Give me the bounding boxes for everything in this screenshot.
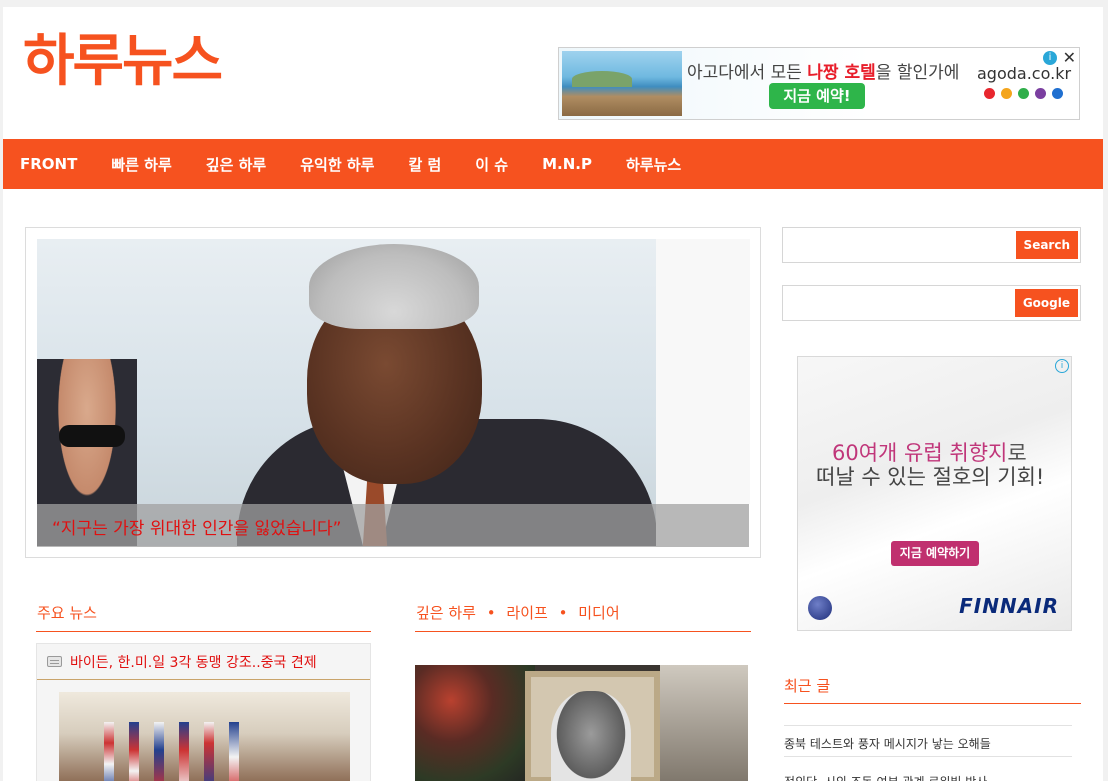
deep-link[interactable]: 깊은 하루 (416, 604, 476, 622)
deep-section-title: 깊은 하루 • 라이프 • 미디어 (416, 602, 620, 623)
brand-dot-icon (1001, 88, 1012, 99)
ad-airline-brand: FINNAIR (959, 594, 1059, 618)
photo-flowers (415, 665, 535, 781)
info-icon[interactable]: i (1043, 51, 1057, 65)
featured-slider[interactable]: “지구는 가장 위대한 인간을 잃었습니다” (25, 227, 761, 558)
flag-icon (179, 722, 189, 781)
search-button[interactable]: Search (1015, 231, 1078, 259)
brand-dot-icon (984, 88, 995, 99)
featured-image[interactable] (37, 239, 656, 546)
nav-item-front[interactable]: FRONT (20, 155, 77, 173)
brand-dot-icon (1035, 88, 1046, 99)
recent-separator (784, 725, 1072, 726)
flag-icon (129, 722, 139, 781)
close-icon[interactable]: ✕ (1063, 50, 1076, 66)
slider-side-area (656, 239, 750, 504)
nav-item-mnp[interactable]: M.N.P (542, 155, 592, 173)
nav-item-deep[interactable]: 깊은 하루 (206, 154, 266, 175)
sidebar-ad[interactable]: i 60여개 유럽 취향지로 떠날 수 있는 절호의 기회! 지금 예약하기 F… (797, 356, 1072, 631)
life-link[interactable]: 라이프 (506, 604, 547, 622)
recent-separator (784, 756, 1072, 757)
ad-beach-photo (562, 51, 682, 116)
nav-item-harunews[interactable]: 하루뉴스 (626, 154, 681, 175)
nav-item-issue[interactable]: 이 슈 (475, 154, 508, 175)
info-icon[interactable]: i (1055, 359, 1069, 373)
page: 하루뉴스 아고다에서 모든 나짱 호텔을 할인가에 지금 예약! agoda.c… (3, 7, 1103, 781)
main-news-card: 바이든, 한.미.일 3각 동맹 강조..중국 견제 (36, 643, 371, 781)
recent-posts-title: 최근 글 (784, 677, 831, 695)
nav-item-useful[interactable]: 유익한 하루 (300, 154, 374, 175)
ad-text-highlight: 나짱 호텔 (807, 63, 876, 83)
main-news-title[interactable]: 주요 뉴스 (37, 602, 97, 623)
flag-icon (154, 722, 164, 781)
search-input[interactable] (787, 232, 1017, 258)
ad-brand-dots (984, 88, 1063, 99)
media-link[interactable]: 미디어 (578, 604, 619, 622)
google-search-input[interactable] (787, 290, 1017, 316)
google-search: Google (782, 285, 1081, 321)
ad-book-button[interactable]: 지금 예약! (769, 83, 865, 109)
brand-dot-icon (1052, 88, 1063, 99)
brand-dot-icon (1018, 88, 1029, 99)
flag-icon (229, 722, 239, 781)
photo-sunglasses (59, 425, 125, 447)
flag-icon (204, 722, 214, 781)
photo-background (660, 665, 748, 781)
ad-brand: agoda.co.kr (977, 64, 1072, 83)
nav-item-column[interactable]: 칼 럼 (408, 154, 441, 175)
globe-icon (808, 596, 832, 620)
bullet-separator: • (558, 604, 568, 622)
top-banner-ad[interactable]: 아고다에서 모든 나짱 호텔을 할인가에 지금 예약! agoda.co.kr … (558, 47, 1080, 120)
recent-post-item[interactable]: 종북 테스트와 풍자 메시지가 낳는 오해들 (784, 735, 1072, 752)
photo-hair (309, 244, 479, 329)
main-news-divider (36, 631, 371, 632)
featured-caption[interactable]: “지구는 가장 위대한 인간을 잃었습니다” (37, 504, 749, 547)
google-search-button[interactable]: Google (1014, 289, 1078, 317)
photo-portrait (551, 691, 631, 781)
ad-text-before: 아고다에서 모든 (687, 63, 808, 83)
deep-section-divider (415, 631, 751, 632)
recent-posts-divider (784, 703, 1081, 704)
recent-post-item[interactable]: 정의당, 시의 조돈 여부 관계 르워빌 박사 (784, 773, 1072, 781)
news-headline[interactable]: 바이든, 한.미.일 3각 동맹 강조..중국 견제 (70, 652, 317, 672)
document-icon (47, 656, 62, 667)
ad-text-after: 을 할인가에 (875, 63, 960, 83)
news-card-header[interactable]: 바이든, 한.미.일 3각 동맹 강조..중국 견제 (37, 644, 370, 680)
photo-frame (525, 671, 660, 781)
site-search: Search (782, 227, 1081, 263)
deep-section-image[interactable] (415, 665, 748, 781)
bullet-separator: • (486, 604, 496, 622)
ad-text: 아고다에서 모든 나짱 호텔을 할인가에 (687, 58, 959, 83)
site-logo[interactable]: 하루뉴스 (23, 27, 223, 97)
flag-icon (104, 722, 114, 781)
nav-item-quick[interactable]: 빠른 하루 (111, 154, 171, 175)
ad-book-now-button[interactable]: 지금 예약하기 (891, 541, 979, 566)
main-nav: FRONT 빠른 하루 깊은 하루 유익한 하루 칼 럼 이 슈 M.N.P 하… (3, 139, 1103, 189)
ad-headline-2: 떠날 수 있는 절호의 기회! (816, 465, 1045, 489)
news-thumbnail[interactable] (59, 692, 350, 781)
